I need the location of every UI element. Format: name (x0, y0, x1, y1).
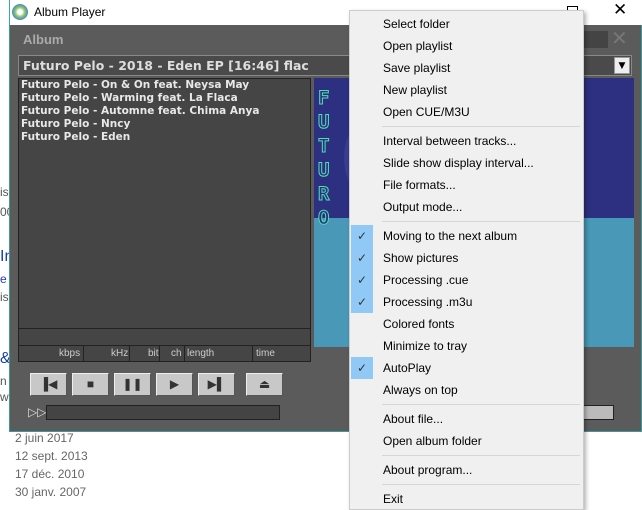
menu-item-label: AutoPlay (383, 361, 432, 375)
seek-bar[interactable] (46, 405, 280, 420)
menu-separator (382, 484, 580, 485)
track-item[interactable]: Futuro Pelo - Eden (19, 131, 310, 144)
checkmark-icon: ✓ (351, 269, 373, 291)
menu-item-always-on-top[interactable]: Always on top (350, 379, 583, 401)
chevron-down-icon[interactable]: ▼ (614, 57, 630, 74)
menu-item-label: Processing .m3u (383, 295, 473, 309)
date: 12 sept. 2013 (15, 449, 88, 463)
track-item[interactable]: Futuro Pelo - Warming feat. La Flaca (19, 92, 310, 105)
menu-item-label: Always on top (383, 383, 458, 397)
pause-icon: ❚❚ (122, 377, 143, 391)
checkmark-icon: ✓ (351, 357, 373, 379)
section-label: Album (23, 32, 64, 47)
menu-item-label: Open CUE/M3U (383, 105, 470, 119)
menu-item-open-cue-m3u[interactable]: Open CUE/M3U (350, 101, 583, 123)
bg-fragment: n (0, 374, 7, 388)
menu-separator (382, 126, 580, 127)
menu-item-label: About file... (383, 412, 444, 426)
menu-item-new-playlist[interactable]: New playlist (350, 79, 583, 101)
eject-button[interactable]: ⏏ (246, 373, 283, 396)
menu-item-label: File formats... (383, 178, 456, 192)
menu-item-moving-to-the-next-album[interactable]: ✓ Moving to the next album (350, 225, 583, 247)
menu-item-about-program[interactable]: About program... (350, 459, 583, 481)
col-length: length (187, 348, 215, 359)
app-cd-icon (12, 4, 28, 20)
checkmark-icon: ✓ (351, 225, 373, 247)
menu-item-label: About program... (383, 463, 473, 477)
checkmark-icon: ✓ (351, 291, 373, 313)
col-ch: ch (171, 348, 182, 359)
bg-fragment: is (0, 185, 9, 199)
menu-item-label: Save playlist (383, 61, 451, 75)
menu-item-label: New playlist (383, 83, 448, 97)
context-menu: Select folder Open playlist Save playlist N… (349, 10, 584, 510)
menu-item-label: Minimize to tray (383, 339, 468, 353)
volume-bar[interactable] (580, 405, 614, 420)
menu-item-select-folder[interactable]: Select folder (350, 13, 583, 35)
menu-item-autoplay[interactable]: ✓ AutoPlay (350, 357, 583, 379)
menu-item-minimize-to-tray[interactable]: Minimize to tray (350, 335, 583, 357)
pause-button[interactable]: ❚❚ (114, 373, 151, 396)
menu-separator (382, 404, 580, 405)
col-khz: kHz (111, 348, 129, 359)
stop-button[interactable]: ■ (72, 373, 109, 396)
date: 17 déc. 2010 (15, 467, 85, 481)
play-icon: ▶ (169, 377, 180, 391)
bg-fragment: e (0, 272, 7, 286)
menu-item-about-file[interactable]: About file... (350, 408, 583, 430)
track-item[interactable]: Futuro Pelo - On & On feat. Neysa May (19, 79, 310, 92)
menu-item-label: Output mode... (383, 200, 463, 214)
menu-item-slide-show-display-interval[interactable]: Slide show display interval... (350, 152, 583, 174)
menu-item-label: Open playlist (383, 39, 453, 53)
window-title: Album Player (34, 5, 106, 19)
menu-separator (382, 455, 580, 456)
playlist[interactable]: Futuro Pelo - On & On feat. Neysa May Fu… (18, 78, 311, 362)
menu-item-label: Moving to the next album (383, 229, 518, 243)
bg-fragment: w (0, 390, 9, 404)
cover-text: FUTURO (318, 87, 330, 230)
col-kbps: kbps (59, 348, 81, 359)
menu-item-file-formats[interactable]: File formats... (350, 174, 583, 196)
eject-icon: ⏏ (258, 377, 271, 391)
skip-back-icon: ▐◀ (39, 377, 58, 391)
menu-item-save-playlist[interactable]: Save playlist (350, 57, 583, 79)
track-item[interactable]: Futuro Pelo - Automne feat. Chima Anya (19, 105, 310, 118)
menu-item-output-mode[interactable]: Output mode... (350, 196, 583, 218)
col-time: time (256, 348, 275, 359)
bg-fragment: is (0, 290, 9, 304)
stop-icon: ■ (86, 377, 95, 391)
menu-item-label: Show pictures (383, 251, 459, 265)
previous-button[interactable]: ▐◀ (30, 373, 67, 396)
next-button[interactable]: ▶▌ (198, 373, 235, 396)
menu-separator (382, 221, 580, 222)
menu-item-show-pictures[interactable]: ✓ Show pictures (350, 247, 583, 269)
menu-item-label: Slide show display interval... (383, 156, 534, 170)
date: 2 juin 2017 (15, 431, 74, 445)
skip-forward-icon: ▶▌ (207, 377, 226, 391)
menu-item-colored-fonts[interactable]: Colored fonts (350, 313, 583, 335)
app-title-strip (582, 31, 608, 48)
track-item[interactable]: Futuro Pelo - Nncy (19, 118, 310, 131)
menu-item-label: Interval between tracks... (383, 134, 517, 148)
menu-item-label: Colored fonts (383, 317, 455, 331)
col-bit: bit (148, 348, 159, 359)
album-combo-value: Futuro Pelo - 2018 - Eden EP [16:46] fla… (23, 58, 309, 73)
menu-item-label: Exit (383, 492, 404, 506)
menu-item-interval-between-tracks[interactable]: Interval between tracks... (350, 130, 583, 152)
menu-item-label: Open album folder (383, 434, 482, 448)
track-info-bar: kbps kHz bit ch length time (18, 328, 311, 362)
menu-item-open-playlist[interactable]: Open playlist (350, 35, 583, 57)
fast-forward-icon: ▷▷ (28, 405, 47, 419)
close-icon[interactable]: ✕ (613, 0, 627, 20)
menu-item-label: Select folder (383, 17, 450, 31)
date: 30 janv. 2007 (15, 485, 87, 499)
menu-item-processing-m3u[interactable]: ✓ Processing .m3u (350, 291, 583, 313)
checkmark-icon: ✓ (351, 247, 373, 269)
app-close-icon[interactable]: ✕ (611, 26, 628, 51)
menu-item-processing-cue[interactable]: ✓ Processing .cue (350, 269, 583, 291)
menu-item-open-album-folder[interactable]: Open album folder (350, 430, 583, 452)
menu-item-label: Processing .cue (383, 273, 469, 287)
play-button[interactable]: ▶ (156, 373, 193, 396)
